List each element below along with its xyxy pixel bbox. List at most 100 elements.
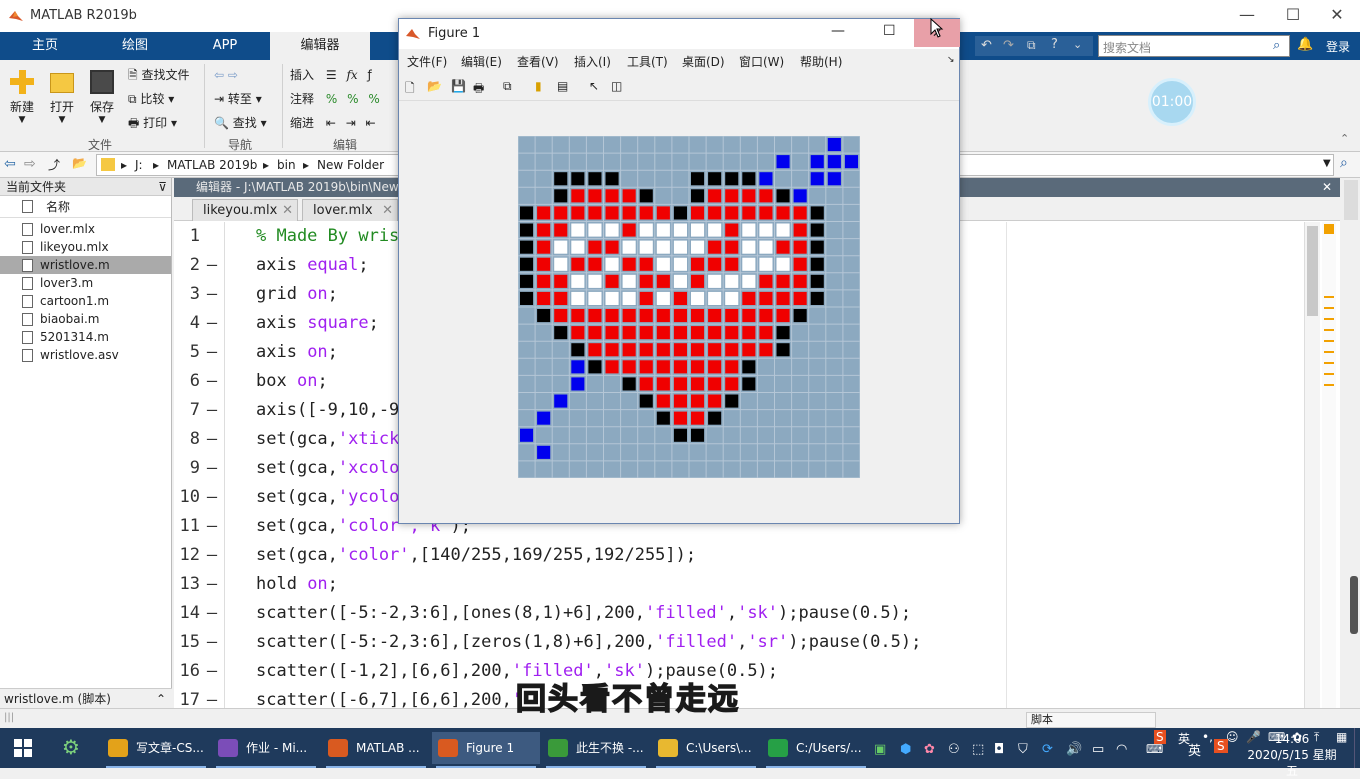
- up-folder-icon[interactable]: ⤴: [48, 156, 60, 173]
- forward-arrow-icon[interactable]: ⇨: [228, 68, 238, 82]
- print-figure-icon[interactable]: 🖶: [473, 79, 484, 100]
- file-item[interactable]: lover3.m: [0, 274, 171, 292]
- pixel-heart-plot[interactable]: [518, 136, 860, 478]
- tray-wifi-icon[interactable]: ◠: [1116, 742, 1127, 757]
- file-item[interactable]: wristlove.asv: [0, 346, 171, 364]
- new-figure-icon[interactable]: 🗋: [405, 79, 415, 100]
- tray-battery-icon[interactable]: ▭: [1092, 742, 1104, 757]
- forward-icon[interactable]: ⇨: [24, 156, 36, 172]
- minimize-button[interactable]: —: [1224, 0, 1270, 32]
- goto-button[interactable]: ⇥ 转至 ▾: [214, 89, 262, 109]
- compare-button[interactable]: ⧉ 比较 ▾: [128, 89, 174, 109]
- figure-menu-item[interactable]: 文件(F): [407, 53, 447, 70]
- back-arrow-icon[interactable]: ⇦: [214, 68, 224, 82]
- panel-menu-icon[interactable]: ⊽: [158, 178, 167, 196]
- taskbar-item[interactable]: MATLAB ...: [322, 732, 430, 764]
- breakpoint-marker[interactable]: —: [202, 280, 222, 309]
- breakpoint-marker[interactable]: —: [202, 512, 222, 541]
- nav-arrows[interactable]: ⇦ ⇨: [214, 65, 238, 85]
- collapse-ribbon-icon[interactable]: ⌃: [1340, 132, 1349, 145]
- fx-icon[interactable]: fx: [346, 68, 357, 82]
- windows-start-icon[interactable]: [14, 739, 32, 757]
- help-icon[interactable]: ?: [1051, 37, 1058, 52]
- print-button[interactable]: 🖶 打印 ▾: [128, 113, 177, 133]
- legend-icon[interactable]: ▤: [557, 79, 568, 93]
- percent-toggle-icon[interactable]: %: [347, 92, 358, 106]
- tray-app-icon[interactable]: ▣: [874, 742, 886, 757]
- tray-update-icon[interactable]: ⟳: [1042, 742, 1053, 757]
- file-item[interactable]: cartoon1.m: [0, 292, 171, 310]
- tab-apps[interactable]: APP: [180, 32, 270, 60]
- outdent-icon[interactable]: ⇤: [366, 116, 376, 130]
- figure-menu-item[interactable]: 桌面(D): [682, 53, 725, 70]
- bell-icon[interactable]: 🔔: [1297, 37, 1313, 52]
- breakpoint-marker[interactable]: —: [202, 251, 222, 280]
- indent-button[interactable]: 缩进 ⇤ ⇥ ⇤: [290, 113, 376, 133]
- file-item[interactable]: likeyou.mlx: [0, 238, 171, 256]
- warning-markers[interactable]: [1324, 296, 1334, 388]
- side-scroll-handle[interactable]: [1350, 576, 1358, 634]
- path-seg-1[interactable]: MATLAB 2019b: [167, 158, 257, 172]
- settings-gear-icon[interactable]: ⚙: [62, 735, 80, 759]
- breakpoint-marker[interactable]: —: [202, 367, 222, 396]
- vertical-scrollbar[interactable]: [1304, 222, 1320, 708]
- figure-menu-item[interactable]: 工具(T): [627, 53, 668, 70]
- sogou-tray-icon[interactable]: S: [1214, 739, 1228, 753]
- window-switch-icon[interactable]: ⧉: [1027, 38, 1036, 53]
- path-seg-3[interactable]: New Folder: [317, 158, 384, 172]
- percent-icon[interactable]: %: [326, 92, 337, 106]
- undo-icon[interactable]: ↶: [981, 38, 992, 53]
- workspace-tab-handle[interactable]: [1344, 180, 1358, 220]
- breakpoint-marker[interactable]: —: [202, 628, 222, 657]
- taskbar-item[interactable]: 此生不换 -...: [542, 732, 650, 764]
- file-item[interactable]: biaobai.m: [0, 310, 171, 328]
- code-line[interactable]: 15— scatter([-5:-2,3:6],[zeros(1,8)+6],20…: [174, 628, 1304, 657]
- breakpoint-marker[interactable]: —: [202, 309, 222, 338]
- show-desktop-button[interactable]: [1354, 728, 1360, 768]
- open-button[interactable]: 打开 ▼: [46, 70, 78, 125]
- ime-emoji-icon[interactable]: ☺: [1226, 730, 1239, 744]
- new-button[interactable]: 新建 ▼: [6, 70, 38, 125]
- taskbar-item[interactable]: 作业 - Mi...: [212, 732, 320, 764]
- breakpoint-marker[interactable]: —: [202, 338, 222, 367]
- file-item[interactable]: lover.mlx: [0, 220, 171, 238]
- colorbar-icon[interactable]: ▮: [535, 79, 542, 93]
- find-button[interactable]: 🔍 查找 ▾: [214, 113, 267, 133]
- folder-search-icon[interactable]: ⌕: [1340, 155, 1348, 171]
- tab-close-icon[interactable]: ✕: [282, 200, 293, 222]
- tab-plots[interactable]: 绘图: [90, 32, 180, 60]
- code-line[interactable]: 12— set(gca,'color',[140/255,169/255,192/…: [174, 541, 1304, 570]
- chevron-up-icon[interactable]: ⌃: [156, 689, 166, 709]
- smart-indent-icon[interactable]: ⇤: [326, 116, 336, 130]
- tab-editor[interactable]: 编辑器: [270, 32, 370, 60]
- figure-menu-item[interactable]: 窗口(W): [739, 53, 784, 70]
- tab-close-icon[interactable]: ✕: [382, 200, 393, 222]
- property-editor-icon[interactable]: ◫: [611, 79, 622, 93]
- breakpoint-marker[interactable]: —: [202, 454, 222, 483]
- wrap-comment-icon[interactable]: %: [368, 92, 379, 106]
- comment-button[interactable]: 注释 % % %: [290, 89, 380, 109]
- column-header-name[interactable]: 名称: [0, 196, 171, 218]
- link-plot-icon[interactable]: ⧉: [503, 79, 512, 94]
- pointer-icon[interactable]: ↖: [589, 79, 599, 93]
- indent-icon[interactable]: ⇥: [346, 116, 356, 130]
- workspace-side-tab[interactable]: [1342, 180, 1360, 708]
- ime-punct-icon[interactable]: •,: [1202, 730, 1213, 744]
- tray-defender-icon[interactable]: ⛉: [1018, 742, 1028, 757]
- open-file-icon[interactable]: 📂: [427, 79, 442, 93]
- tab-home[interactable]: 主页: [0, 32, 90, 60]
- browse-folder-icon[interactable]: 📂: [72, 156, 87, 170]
- taskbar-item[interactable]: C:/Users/...: [762, 732, 870, 764]
- code-line[interactable]: 13— hold on;: [174, 570, 1304, 599]
- search-box[interactable]: 搜索文档 ⌕: [1098, 35, 1290, 57]
- scrollbar-thumb[interactable]: [1307, 226, 1318, 316]
- clock[interactable]: 14:06 2020/5/15 星期五: [1244, 731, 1340, 779]
- maximize-button[interactable]: ☐: [1270, 0, 1316, 32]
- tray-display-icon[interactable]: ⬚: [972, 742, 984, 757]
- breakpoint-marker[interactable]: —: [202, 396, 222, 425]
- tab-lover[interactable]: lover.mlx ✕: [302, 199, 398, 221]
- save-figure-icon[interactable]: 💾: [451, 79, 466, 93]
- breakpoint-marker[interactable]: —: [202, 425, 222, 454]
- breakpoint-marker[interactable]: —: [202, 686, 222, 708]
- figure-menu-item[interactable]: 查看(V): [517, 53, 559, 70]
